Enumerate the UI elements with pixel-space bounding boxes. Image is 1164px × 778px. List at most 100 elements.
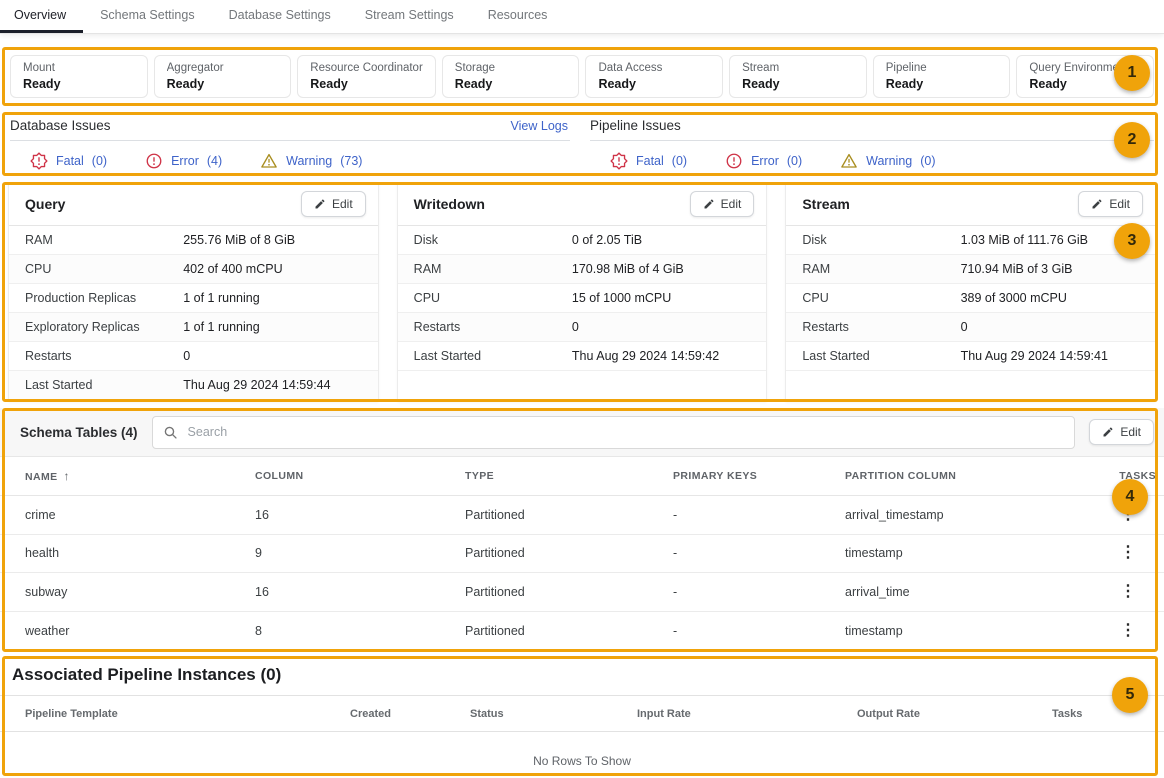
error-icon: [145, 152, 163, 170]
edit-button-label: Edit: [1109, 197, 1130, 211]
pipeline-fatal-item[interactable]: Fatal (0): [610, 152, 687, 170]
fatal-label: Fatal: [636, 154, 664, 168]
tab-resources[interactable]: Resources: [471, 0, 565, 33]
table-row-weather[interactable]: weather 8 Partitioned - timestamp ⋮: [0, 612, 1164, 651]
column-header-type[interactable]: TYPE: [465, 470, 673, 482]
pipeline-issue-items: Fatal (0) Error (0) Warning (0): [590, 141, 1154, 170]
stream-card: Stream Edit Disk1.03 MiB of 111.76 GiB R…: [785, 182, 1156, 402]
pipeline-instances-section: Associated Pipeline Instances (0) Pipeli…: [0, 656, 1164, 776]
status-tile-storage: Storage Ready: [442, 55, 580, 98]
cell-partition-column: arrival_time: [845, 585, 1080, 599]
writedown-card: Writedown Edit Disk0 of 2.05 TiB RAM170.…: [397, 182, 768, 402]
column-header-name[interactable]: NAME↑: [25, 469, 255, 483]
pipeline-issues-panel: Pipeline Issues Fatal (0) Error (0): [590, 112, 1164, 176]
schema-edit-button[interactable]: Edit: [1089, 419, 1154, 445]
column-header-output-rate[interactable]: Output Rate: [857, 708, 1052, 720]
stat-value: 1 of 1 running: [183, 320, 259, 334]
cell-partition-column: arrival_timestamp: [845, 508, 1080, 522]
cell-tasks: ⋮: [1080, 584, 1164, 600]
column-header-tasks[interactable]: TASKS: [1080, 470, 1164, 482]
tab-stream-settings[interactable]: Stream Settings: [348, 0, 471, 33]
kebab-menu-icon[interactable]: ⋮: [1116, 623, 1140, 639]
stat-row: RAM170.98 MiB of 4 GiB: [398, 255, 767, 284]
pipeline-warning-item[interactable]: Warning (0): [840, 152, 935, 170]
stat-value: 170.98 MiB of 4 GiB: [572, 262, 684, 276]
pipeline-error-item[interactable]: Error (0): [725, 152, 802, 170]
column-header-input-rate[interactable]: Input Rate: [637, 708, 857, 720]
edit-button-label: Edit: [721, 197, 742, 211]
stat-row: CPU402 of 400 mCPU: [9, 255, 378, 284]
database-warning-item[interactable]: Warning (73): [260, 152, 362, 170]
writedown-card-header: Writedown Edit: [398, 183, 767, 226]
cell-primary-keys: -: [673, 546, 845, 560]
cell-primary-keys: -: [673, 624, 845, 638]
status-tile-label: Aggregator: [167, 62, 279, 74]
stat-row: Restarts0: [9, 342, 378, 371]
error-icon: [725, 152, 743, 170]
table-row-crime[interactable]: crime 16 Partitioned - arrival_timestamp…: [0, 496, 1164, 535]
search-input[interactable]: [186, 424, 1065, 440]
stat-row: Last StartedThu Aug 29 2024 14:59:41: [786, 342, 1155, 371]
stat-label: CPU: [25, 262, 183, 276]
stream-edit-button[interactable]: Edit: [1078, 191, 1143, 217]
kebab-menu-icon[interactable]: ⋮: [1116, 507, 1140, 523]
column-header-partition-column[interactable]: PARTITION COLUMN: [845, 470, 1080, 482]
table-row-subway[interactable]: subway 16 Partitioned - arrival_time ⋮: [0, 573, 1164, 612]
column-header-status[interactable]: Status: [470, 708, 637, 720]
cell-column: 16: [255, 585, 465, 599]
kebab-menu-icon[interactable]: ⋮: [1116, 545, 1140, 561]
column-header-pipeline-template[interactable]: Pipeline Template: [25, 708, 350, 720]
stat-value: 402 of 400 mCPU: [183, 262, 282, 276]
column-header-created[interactable]: Created: [350, 708, 470, 720]
pipeline-table-header: Pipeline Template Created Status Input R…: [0, 695, 1164, 732]
stat-value: 0 of 2.05 TiB: [572, 233, 642, 247]
stream-card-header: Stream Edit: [786, 183, 1155, 226]
cell-column: 9: [255, 546, 465, 560]
table-row-health[interactable]: health 9 Partitioned - timestamp ⋮: [0, 535, 1164, 574]
tab-schema-settings[interactable]: Schema Settings: [83, 0, 212, 33]
edit-button-label: Edit: [332, 197, 353, 211]
cell-type: Partitioned: [465, 585, 673, 599]
issues-section: Database Issues View Logs Fatal (0) Erro…: [0, 112, 1164, 176]
error-label: Error: [751, 154, 779, 168]
stat-label: Last Started: [802, 349, 960, 363]
cell-name: weather: [25, 624, 255, 638]
stat-row: CPU389 of 3000 mCPU: [786, 284, 1155, 313]
status-tile-label: Pipeline: [886, 62, 998, 74]
stat-value: 710.94 MiB of 3 GiB: [961, 262, 1073, 276]
stat-row: Production Replicas1 of 1 running: [9, 284, 378, 313]
column-header-column[interactable]: COLUMN: [255, 470, 465, 482]
header-label: NAME: [25, 471, 58, 483]
stat-value: 0: [572, 320, 579, 334]
database-issue-items: Fatal (0) Error (4) Warning (73): [10, 141, 570, 170]
tab-overview[interactable]: Overview: [0, 0, 83, 33]
cell-tasks: ⋮: [1080, 545, 1164, 561]
error-count: (0): [787, 154, 802, 168]
stat-value: 15 of 1000 mCPU: [572, 291, 671, 305]
query-edit-button[interactable]: Edit: [301, 191, 366, 217]
tab-database-settings[interactable]: Database Settings: [212, 0, 348, 33]
status-tile-label: Resource Coordinator: [310, 62, 423, 74]
stat-label: RAM: [414, 262, 572, 276]
stat-label: Restarts: [25, 349, 183, 363]
status-tile-value: Ready: [167, 77, 279, 91]
writedown-edit-button[interactable]: Edit: [690, 191, 755, 217]
view-logs-link[interactable]: View Logs: [511, 119, 568, 133]
cell-name: health: [25, 546, 255, 560]
schema-search-box[interactable]: [152, 416, 1076, 449]
status-tile-label: Storage: [455, 62, 567, 74]
empty-table-message: No Rows To Show: [0, 732, 1164, 768]
writedown-card-title: Writedown: [414, 196, 485, 212]
status-tile-resource-coordinator: Resource Coordinator Ready: [297, 55, 436, 98]
column-header-tasks[interactable]: Tasks: [1052, 708, 1164, 720]
column-header-primary-keys[interactable]: PRIMARY KEYS: [673, 470, 845, 482]
stat-row: Disk0 of 2.05 TiB: [398, 226, 767, 255]
database-error-item[interactable]: Error (4): [145, 152, 222, 170]
tab-database-settings-label: Database Settings: [229, 8, 331, 22]
stat-row: RAM255.76 MiB of 8 GiB: [9, 226, 378, 255]
pencil-icon: [314, 198, 326, 210]
warning-count: (0): [920, 154, 935, 168]
status-tile-aggregator: Aggregator Ready: [154, 55, 292, 98]
kebab-menu-icon[interactable]: ⋮: [1116, 584, 1140, 600]
database-fatal-item[interactable]: Fatal (0): [30, 152, 107, 170]
